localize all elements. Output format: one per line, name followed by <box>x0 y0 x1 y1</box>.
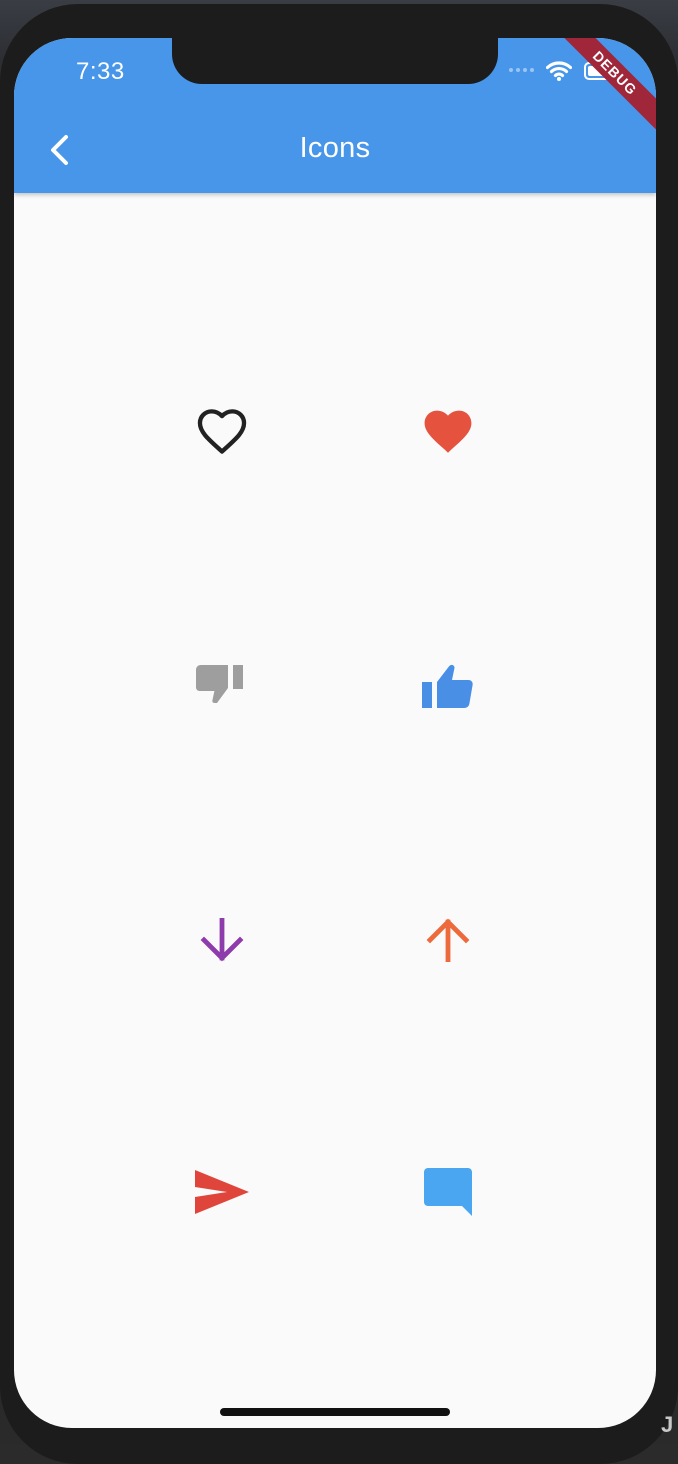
heart-outline-icon <box>197 409 247 454</box>
chat-bubble-button[interactable] <box>408 1152 488 1232</box>
debug-banner-label: DEBUG <box>554 38 656 134</box>
debug-banner: DEBUG <box>546 38 656 148</box>
thumb-down-button[interactable] <box>182 646 262 726</box>
status-time: 7:33 <box>76 58 125 85</box>
thumb-down-icon <box>196 665 243 703</box>
phone-frame: 7:33 DEBUG Icons <box>0 4 678 1464</box>
heart-filled-button[interactable] <box>408 390 488 470</box>
signal-icon <box>509 68 537 74</box>
thumb-up-button[interactable] <box>408 646 488 726</box>
send-icon <box>195 1170 249 1214</box>
chat-bubble-icon <box>424 1168 472 1216</box>
arrow-down-icon <box>200 918 244 962</box>
arrow-up-icon <box>426 918 470 962</box>
arrow-up-button[interactable] <box>408 900 488 980</box>
notch <box>172 38 498 84</box>
phone-screen: 7:33 DEBUG Icons <box>14 38 656 1428</box>
heart-filled-icon <box>424 410 472 453</box>
heart-outline-button[interactable] <box>182 390 262 470</box>
arrow-down-button[interactable] <box>182 900 262 980</box>
home-indicator[interactable] <box>220 1408 450 1416</box>
send-button[interactable] <box>182 1152 262 1232</box>
corner-letter: J <box>661 1412 674 1437</box>
thumb-up-icon <box>422 664 473 708</box>
